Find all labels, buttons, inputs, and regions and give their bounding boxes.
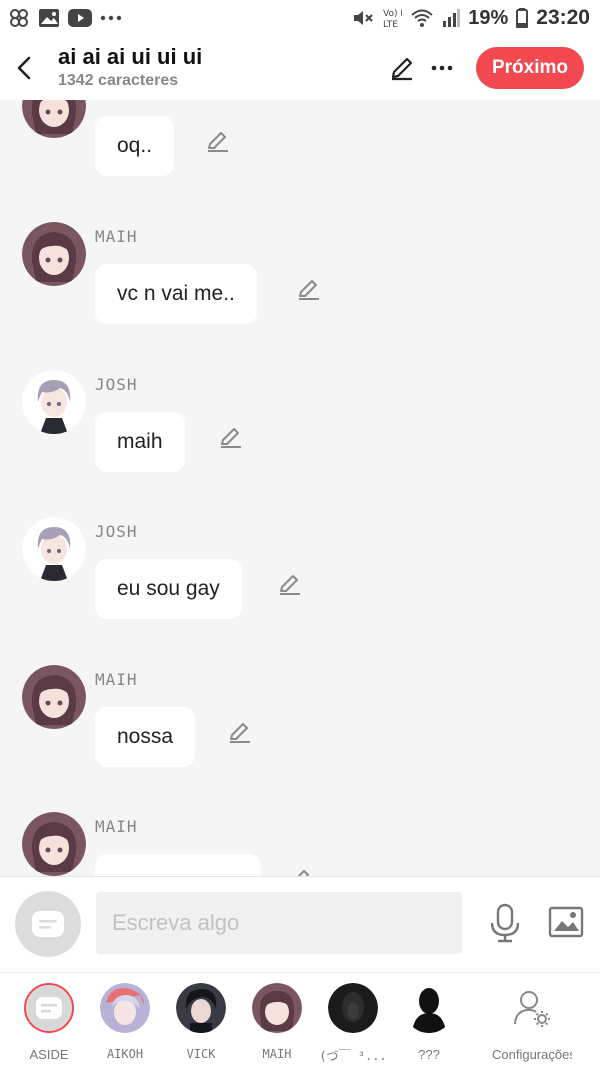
character-name: ASIDE	[29, 1047, 69, 1062]
svg-text:LTE: LTE	[383, 20, 398, 30]
sender-name: MAIH	[95, 670, 138, 689]
settings-label: Configurações	[492, 1047, 572, 1062]
avatar-josh[interactable]	[22, 517, 86, 581]
next-button[interactable]: Próximo	[475, 47, 584, 89]
chat-area[interactable]: oq.. MAIH vc n vai me.. JOSH maih JOSH e…	[0, 100, 600, 876]
message-input[interactable]	[96, 892, 462, 954]
aside-avatar	[24, 983, 74, 1033]
signal-icon	[442, 9, 461, 27]
gallery-icon	[38, 8, 60, 28]
volte-icon: Vo) LTELTE	[382, 6, 402, 30]
character-count: 1342 caracteres	[58, 72, 179, 89]
character-bar: ASIDE AIKOH VICK MAIH (づ￣ ³... ??? Confi…	[0, 972, 600, 1067]
svg-text:Vo) LTE: Vo) LTE	[383, 9, 402, 19]
character-unknown[interactable]: ???	[391, 983, 467, 1062]
aside-toggle-button[interactable]	[15, 891, 81, 957]
app-header: ai ai ai ui ui ui 1342 caracteres Próxim…	[0, 36, 600, 100]
character-name: ???	[418, 1047, 440, 1062]
microphone-icon	[490, 903, 520, 943]
more-notifications-icon	[100, 15, 122, 21]
battery-percent: 19%	[468, 6, 509, 29]
image-icon	[548, 906, 584, 938]
more-options-button[interactable]	[422, 48, 462, 88]
clock: 23:20	[536, 6, 590, 29]
character-name: (づ￣ ³...	[319, 1049, 387, 1063]
sender-name: JOSH	[95, 522, 138, 541]
title-block: ai ai ai ui ui ui 1342 caracteres	[58, 44, 202, 92]
story-title: ai ai ai ui ui ui	[58, 44, 203, 69]
avatar-maih[interactable]	[22, 100, 86, 138]
aikoh-avatar	[100, 983, 150, 1033]
add-image-button[interactable]	[548, 906, 584, 943]
character-dark[interactable]: (づ￣ ³...	[315, 983, 391, 1064]
youtube-icon	[68, 9, 92, 27]
settings-button[interactable]: Configurações	[492, 983, 572, 1062]
avatar-josh[interactable]	[22, 370, 86, 434]
message-text: vc n vai me..	[117, 282, 235, 305]
maih-avatar	[252, 983, 302, 1033]
sender-name: JOSH	[95, 375, 138, 394]
sender-name: MAIH	[95, 817, 138, 836]
message-lines-icon	[32, 911, 64, 937]
status-bar: Vo) LTELTE 19% 23:20	[0, 0, 600, 36]
avatar-maih[interactable]	[22, 812, 86, 876]
character-maih[interactable]: MAIH	[239, 983, 315, 1061]
character-vick[interactable]: VICK	[163, 983, 239, 1061]
message-text: nossa	[117, 725, 174, 748]
character-aikoh[interactable]: AIKOH	[87, 983, 163, 1061]
edit-message-icon[interactable]	[277, 571, 303, 597]
microphone-button[interactable]	[488, 903, 522, 948]
pencil-icon	[391, 57, 413, 81]
edit-message-icon[interactable]	[227, 719, 253, 745]
message-bubble[interactable]: oq..	[95, 116, 175, 176]
message-text: oq..	[117, 134, 153, 157]
message-bubble[interactable]: maih	[95, 412, 185, 472]
message-bubble[interactable]: eu sou gay	[95, 559, 242, 619]
user-settings-icon	[507, 983, 557, 1033]
message-text: maih	[117, 430, 163, 453]
edit-message-icon[interactable]	[296, 276, 322, 302]
character-name: AIKOH	[106, 1047, 144, 1061]
wifi-icon	[410, 8, 434, 28]
edit-message-icon[interactable]	[218, 424, 244, 450]
character-name: VICK	[186, 1047, 216, 1061]
message-bubble[interactable]: vc n vai me..	[95, 264, 257, 324]
back-button[interactable]	[0, 36, 48, 100]
character-aside[interactable]: ASIDE	[11, 983, 87, 1062]
avatar-maih[interactable]	[22, 665, 86, 729]
avatar-maih[interactable]	[22, 222, 86, 286]
message-bubble[interactable]: nossa	[95, 707, 196, 767]
vick-avatar	[176, 983, 226, 1033]
pinwheel-icon	[8, 7, 30, 29]
edit-message-icon[interactable]	[288, 866, 314, 876]
message-text: eu sou gay	[117, 577, 220, 600]
more-horizontal-icon	[431, 65, 453, 71]
edit-title-button[interactable]	[382, 48, 422, 88]
battery-icon	[516, 8, 529, 28]
dark-avatar	[328, 983, 378, 1033]
mute-icon	[352, 8, 374, 28]
silhouette-avatar	[404, 983, 454, 1033]
chevron-left-icon	[17, 56, 31, 80]
sender-name: MAIH	[95, 227, 138, 246]
composer-bar	[0, 876, 600, 972]
message-bubble[interactable]	[95, 854, 261, 876]
edit-message-icon[interactable]	[205, 128, 231, 154]
character-name: MAIH	[262, 1047, 292, 1061]
